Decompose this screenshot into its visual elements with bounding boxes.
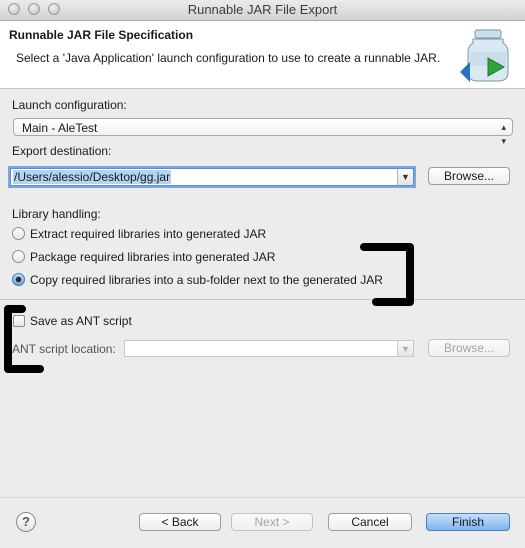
help-icon[interactable]: ? [16, 512, 36, 532]
back-button[interactable]: < Back [139, 513, 221, 531]
cancel-button[interactable]: Cancel [328, 513, 412, 531]
footer-separator [0, 497, 525, 498]
next-button: Next > [231, 513, 313, 531]
finish-button[interactable]: Finish [426, 513, 510, 531]
annotation-brackets [4, 243, 414, 373]
